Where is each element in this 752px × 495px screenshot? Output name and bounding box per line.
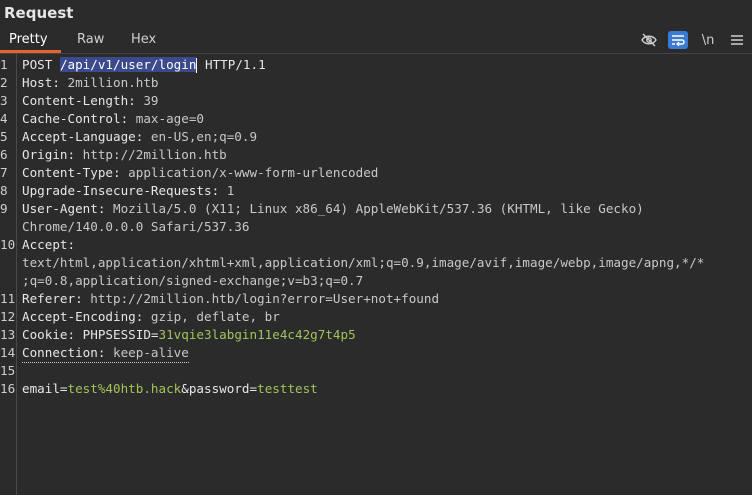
line-number: 9 [0,201,8,216]
header-name: Referer [22,291,76,306]
header-value: keep-alive [113,345,189,360]
header-name: Content-Length [22,93,129,108]
code-line: 6 Origin: http://2million.htb [0,147,227,162]
header-name: Accept-Encoding [22,309,136,324]
line-number: 2 [0,75,8,90]
active-tab-indicator [0,50,61,53]
code-line: 15 [0,362,752,380]
http-method: POST [22,57,53,72]
code-line: 4 Cache-Control: max-age=0 [0,111,204,126]
code-line: 2 Host: 2million.htb [0,75,159,90]
code-line-wrap: Chrome/140.0.0.0 Safari/537.36 [0,218,752,236]
request-path-selected[interactable]: /api/v1/user/login [59,57,197,72]
header-value: en-US,en;q=0.9 [150,129,258,144]
header-name: Upgrade-Insecure-Requests [22,183,212,198]
header-value: http://2million.htb/login?error=User+not… [90,291,440,306]
http-version: HTTP/1.1 [205,57,266,72]
line-number: 14 [0,345,16,360]
line-number: 12 [0,309,16,324]
code-line: 7 Content-Type: application/x-www-form-u… [0,165,379,180]
header-name: Accept-Language [22,129,136,144]
line-number: 10 [0,237,16,252]
header-value-continued: text/html,application/xhtml+xml,applicat… [22,255,705,270]
hamburger-icon[interactable] [727,31,747,49]
tab-hex[interactable]: Hex [131,28,156,53]
header-value: application/x-www-form-urlencoded [128,165,379,180]
header-value-continued: ;q=0.8,application/signed-exchange;v=b3;… [22,273,364,288]
text-cursor [196,58,198,73]
header-name: User-Agent [22,201,98,216]
header-value: 1 [226,183,235,198]
code-line: 1 POST /api/v1/user/login HTTP/1.1 [0,56,752,74]
param-value: test%40htb.hack [67,381,182,396]
tab-raw[interactable]: Raw [77,28,104,53]
line-number: 15 [0,363,16,378]
header-name: Cache-Control [22,111,121,126]
code-line: 14 Connection: keep-alive [0,344,752,363]
eye-slash-icon[interactable] [639,31,659,49]
code-line: 11 Referer: http://2million.htb/login?er… [0,291,440,306]
header-name: Origin [22,147,68,162]
line-number: 11 [0,291,16,306]
header-name: Cookie [22,327,68,342]
header-value: max-age=0 [135,111,204,126]
line-number: 3 [0,93,8,108]
header-name: Connection [22,345,98,360]
code-line: 5 Accept-Language: en-US,en;q=0.9 [0,129,258,144]
code-line: 16 email=test%40htb.hack&password=testte… [0,381,318,396]
param-name: email [22,381,60,396]
line-number: 8 [0,183,8,198]
code-line: 3 Content-Length: 39 [0,93,159,108]
cookie-value: 31vqie3labgin11e4c42g7t4p5 [158,327,356,342]
code-line: 8 Upgrade-Insecure-Requests: 1 [0,183,235,198]
panel-title: Request [4,4,74,22]
line-number: 16 [0,381,16,396]
wrap-lines-icon[interactable] [668,31,688,49]
code-line-wrap: ;q=0.8,application/signed-exchange;v=b3;… [0,272,752,290]
request-editor[interactable]: 1 POST /api/v1/user/login HTTP/1.1 2 Hos… [0,56,752,398]
header-value: http://2million.htb [82,147,227,162]
header-name: Accept [22,237,68,252]
line-number: 13 [0,327,16,342]
header-value: 39 [143,93,159,108]
header-value-continued: Chrome/140.0.0.0 Safari/537.36 [22,219,250,234]
header-value: 2million.htb [67,75,159,90]
line-number: 5 [0,129,8,144]
header-name: Host [22,75,53,90]
line-number: 4 [0,111,8,126]
line-number: 6 [0,147,8,162]
code-line: 10 Accept: [0,237,76,252]
param-value: testtest [257,381,318,396]
header-value: gzip, deflate, br [150,309,280,324]
line-number: 1 [0,57,8,72]
header-value: Mozilla/5.0 (X11; Linux x86_64) AppleWeb… [113,201,644,216]
newline-toggle[interactable]: \n [698,31,718,49]
line-number: 7 [0,165,8,180]
code-line: 13 Cookie: PHPSESSID=31vqie3labgin11e4c4… [0,327,356,342]
code-line: 9 User-Agent: Mozilla/5.0 (X11; Linux x8… [0,201,644,216]
param-name: password [188,381,250,396]
code-line-wrap: text/html,application/xhtml+xml,applicat… [0,254,752,272]
cookie-name: PHPSESSID [82,327,151,342]
header-name: Content-Type [22,165,113,180]
code-line: 12 Accept-Encoding: gzip, deflate, br [0,309,280,324]
